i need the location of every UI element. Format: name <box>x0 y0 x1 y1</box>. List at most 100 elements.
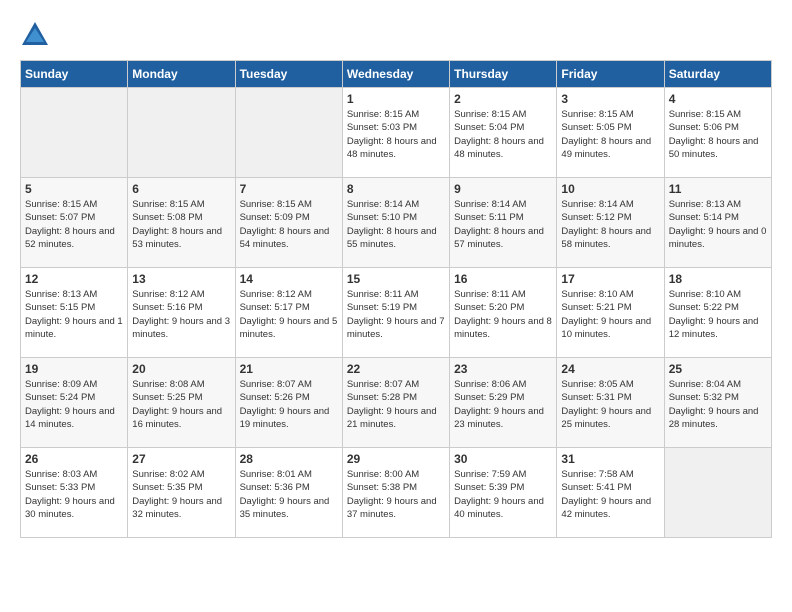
logo-icon <box>20 20 50 50</box>
day-number: 13 <box>132 272 230 286</box>
day-cell: 28 Sunrise: 8:01 AMSunset: 5:36 PMDayligh… <box>235 448 342 538</box>
day-number: 1 <box>347 92 445 106</box>
day-cell: 14 Sunrise: 8:12 AMSunset: 5:17 PMDayligh… <box>235 268 342 358</box>
day-number: 5 <box>25 182 123 196</box>
calendar-body: 1 Sunrise: 8:15 AMSunset: 5:03 PMDaylight… <box>21 88 772 538</box>
day-info: Sunrise: 8:00 AMSunset: 5:38 PMDaylight:… <box>347 468 445 521</box>
week-row-4: 26 Sunrise: 8:03 AMSunset: 5:33 PMDayligh… <box>21 448 772 538</box>
day-number: 26 <box>25 452 123 466</box>
day-info: Sunrise: 8:15 AMSunset: 5:08 PMDaylight:… <box>132 198 230 251</box>
day-info: Sunrise: 8:10 AMSunset: 5:22 PMDaylight:… <box>669 288 767 341</box>
day-cell: 21Sunrise: 8:07 AMSunset: 5:26 PMDayligh… <box>235 358 342 448</box>
day-cell: 1 Sunrise: 8:15 AMSunset: 5:03 PMDaylight… <box>342 88 449 178</box>
day-info: Sunrise: 7:58 AMSunset: 5:41 PMDaylight:… <box>561 468 659 521</box>
day-number: 15 <box>347 272 445 286</box>
day-cell <box>664 448 771 538</box>
calendar-table: SundayMondayTuesdayWednesdayThursdayFrid… <box>20 60 772 538</box>
day-number: 27 <box>132 452 230 466</box>
day-number: 9 <box>454 182 552 196</box>
day-cell: 18Sunrise: 8:10 AMSunset: 5:22 PMDayligh… <box>664 268 771 358</box>
day-cell: 8 Sunrise: 8:14 AMSunset: 5:10 PMDaylight… <box>342 178 449 268</box>
header-cell-wednesday: Wednesday <box>342 61 449 88</box>
day-info: Sunrise: 8:15 AMSunset: 5:06 PMDaylight:… <box>669 108 767 161</box>
day-cell: 24Sunrise: 8:05 AMSunset: 5:31 PMDayligh… <box>557 358 664 448</box>
day-info: Sunrise: 8:12 AMSunset: 5:17 PMDaylight:… <box>240 288 338 341</box>
day-info: Sunrise: 8:02 AMSunset: 5:35 PMDaylight:… <box>132 468 230 521</box>
day-number: 25 <box>669 362 767 376</box>
day-number: 4 <box>669 92 767 106</box>
day-number: 11 <box>669 182 767 196</box>
day-info: Sunrise: 8:14 AMSunset: 5:11 PMDaylight:… <box>454 198 552 251</box>
day-number: 28 <box>240 452 338 466</box>
day-info: Sunrise: 8:08 AMSunset: 5:25 PMDaylight:… <box>132 378 230 431</box>
day-cell: 5 Sunrise: 8:15 AMSunset: 5:07 PMDaylight… <box>21 178 128 268</box>
day-cell: 15 Sunrise: 8:11 AMSunset: 5:19 PMDayligh… <box>342 268 449 358</box>
day-cell <box>21 88 128 178</box>
week-row-3: 19 Sunrise: 8:09 AMSunset: 5:24 PMDayligh… <box>21 358 772 448</box>
day-number: 12 <box>25 272 123 286</box>
day-number: 31 <box>561 452 659 466</box>
day-cell: 17 Sunrise: 8:10 AMSunset: 5:21 PMDayligh… <box>557 268 664 358</box>
day-number: 16 <box>454 272 552 286</box>
day-cell: 22 Sunrise: 8:07 AMSunset: 5:28 PMDayligh… <box>342 358 449 448</box>
day-cell <box>128 88 235 178</box>
day-cell: 10Sunrise: 8:14 AMSunset: 5:12 PMDayligh… <box>557 178 664 268</box>
day-number: 3 <box>561 92 659 106</box>
day-number: 24 <box>561 362 659 376</box>
day-cell: 9 Sunrise: 8:14 AMSunset: 5:11 PMDaylight… <box>450 178 557 268</box>
day-number: 14 <box>240 272 338 286</box>
header-cell-thursday: Thursday <box>450 61 557 88</box>
day-number: 30 <box>454 452 552 466</box>
day-cell <box>235 88 342 178</box>
day-info: Sunrise: 8:01 AMSunset: 5:36 PMDaylight:… <box>240 468 338 521</box>
day-info: Sunrise: 8:07 AMSunset: 5:28 PMDaylight:… <box>347 378 445 431</box>
day-info: Sunrise: 8:06 AMSunset: 5:29 PMDaylight:… <box>454 378 552 431</box>
page-header <box>20 20 772 50</box>
header-cell-sunday: Sunday <box>21 61 128 88</box>
day-cell: 30 Sunrise: 7:59 AMSunset: 5:39 PMDayligh… <box>450 448 557 538</box>
day-number: 17 <box>561 272 659 286</box>
day-number: 7 <box>240 182 338 196</box>
day-info: Sunrise: 8:09 AMSunset: 5:24 PMDaylight:… <box>25 378 123 431</box>
day-info: Sunrise: 8:15 AMSunset: 5:09 PMDaylight:… <box>240 198 338 251</box>
header-cell-tuesday: Tuesday <box>235 61 342 88</box>
day-cell: 25 Sunrise: 8:04 AMSunset: 5:32 PMDayligh… <box>664 358 771 448</box>
day-cell: 13 Sunrise: 8:12 AMSunset: 5:16 PMDayligh… <box>128 268 235 358</box>
week-row-2: 12 Sunrise: 8:13 AMSunset: 5:15 PMDayligh… <box>21 268 772 358</box>
day-number: 8 <box>347 182 445 196</box>
day-info: Sunrise: 8:03 AMSunset: 5:33 PMDaylight:… <box>25 468 123 521</box>
day-info: Sunrise: 8:15 AMSunset: 5:05 PMDaylight:… <box>561 108 659 161</box>
day-number: 29 <box>347 452 445 466</box>
day-info: Sunrise: 8:11 AMSunset: 5:19 PMDaylight:… <box>347 288 445 341</box>
day-number: 20 <box>132 362 230 376</box>
day-info: Sunrise: 8:10 AMSunset: 5:21 PMDaylight:… <box>561 288 659 341</box>
week-row-0: 1 Sunrise: 8:15 AMSunset: 5:03 PMDaylight… <box>21 88 772 178</box>
day-cell: 27 Sunrise: 8:02 AMSunset: 5:35 PMDayligh… <box>128 448 235 538</box>
day-info: Sunrise: 8:13 AMSunset: 5:15 PMDaylight:… <box>25 288 123 341</box>
day-cell: 2 Sunrise: 8:15 AMSunset: 5:04 PMDaylight… <box>450 88 557 178</box>
day-cell: 3 Sunrise: 8:15 AMSunset: 5:05 PMDaylight… <box>557 88 664 178</box>
day-info: Sunrise: 8:15 AMSunset: 5:03 PMDaylight:… <box>347 108 445 161</box>
day-info: Sunrise: 8:15 AMSunset: 5:04 PMDaylight:… <box>454 108 552 161</box>
header-cell-saturday: Saturday <box>664 61 771 88</box>
day-info: Sunrise: 7:59 AMSunset: 5:39 PMDaylight:… <box>454 468 552 521</box>
day-number: 2 <box>454 92 552 106</box>
day-info: Sunrise: 8:04 AMSunset: 5:32 PMDaylight:… <box>669 378 767 431</box>
day-number: 22 <box>347 362 445 376</box>
day-cell: 12 Sunrise: 8:13 AMSunset: 5:15 PMDayligh… <box>21 268 128 358</box>
logo <box>20 20 54 50</box>
week-row-1: 5 Sunrise: 8:15 AMSunset: 5:07 PMDaylight… <box>21 178 772 268</box>
day-cell: 6Sunrise: 8:15 AMSunset: 5:08 PMDaylight… <box>128 178 235 268</box>
day-number: 19 <box>25 362 123 376</box>
day-info: Sunrise: 8:12 AMSunset: 5:16 PMDaylight:… <box>132 288 230 341</box>
day-info: Sunrise: 8:15 AMSunset: 5:07 PMDaylight:… <box>25 198 123 251</box>
day-cell: 16 Sunrise: 8:11 AMSunset: 5:20 PMDayligh… <box>450 268 557 358</box>
day-info: Sunrise: 8:14 AMSunset: 5:10 PMDaylight:… <box>347 198 445 251</box>
day-info: Sunrise: 8:11 AMSunset: 5:20 PMDaylight:… <box>454 288 552 341</box>
day-cell: 19 Sunrise: 8:09 AMSunset: 5:24 PMDayligh… <box>21 358 128 448</box>
day-cell: 7 Sunrise: 8:15 AMSunset: 5:09 PMDaylight… <box>235 178 342 268</box>
day-info: Sunrise: 8:14 AMSunset: 5:12 PMDaylight:… <box>561 198 659 251</box>
header-cell-monday: Monday <box>128 61 235 88</box>
calendar-header: SundayMondayTuesdayWednesdayThursdayFrid… <box>21 61 772 88</box>
day-info: Sunrise: 8:13 AMSunset: 5:14 PMDaylight:… <box>669 198 767 251</box>
